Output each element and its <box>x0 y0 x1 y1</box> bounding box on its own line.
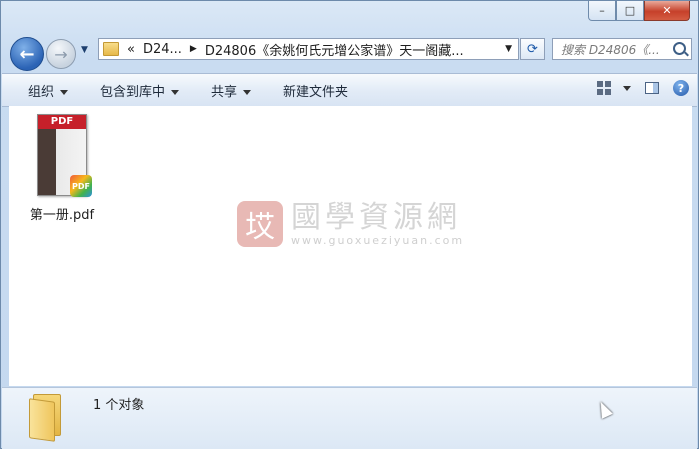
preview-pane-icon[interactable] <box>645 82 659 94</box>
command-bar: 组织 包含到库中 共享 新建文件夹 ? <box>2 73 697 107</box>
close-button[interactable]: ✕ <box>644 1 690 21</box>
breadcrumb-separator-icon[interactable]: ▶ <box>190 44 197 54</box>
file-list-area[interactable]: PDF PDF 第一册.pdf 㘷 國學資源網 www.guoxueziyuan… <box>9 106 692 386</box>
back-arrow-icon: ← <box>19 43 35 65</box>
address-bar[interactable]: « D24... ▶ D24806《余姚何氏元增公家谱》天一阁藏... ▼ <box>98 38 519 60</box>
recent-pages-dropdown[interactable]: ▼ <box>81 45 88 55</box>
organize-label: 组织 <box>28 84 55 100</box>
explorer-window: – □ ✕ ← → ▼ « D24... ▶ D24806《余姚何氏元增公家谱》… <box>0 0 699 449</box>
chevron-down-icon <box>623 85 631 91</box>
breadcrumb-overflow[interactable]: « <box>127 42 135 57</box>
caption-buttons: – □ ✕ <box>588 1 690 21</box>
forward-button[interactable]: → <box>46 39 76 69</box>
search-input[interactable]: 搜索 D24806《... <box>552 38 692 60</box>
watermark-seal-icon: 㘷 <box>237 201 283 247</box>
details-pane: 1 个对象 <box>2 387 697 449</box>
pdf-badge-icon: PDF <box>70 175 92 197</box>
file-name: 第一册.pdf <box>29 208 95 223</box>
breadcrumb-parent[interactable]: D24... <box>143 42 182 57</box>
pdf-band: PDF <box>38 115 86 129</box>
folder-icon <box>29 394 63 442</box>
share-menu[interactable]: 共享 <box>211 81 252 100</box>
refresh-button[interactable]: ⟳ <box>520 38 545 60</box>
chevron-down-icon <box>60 89 69 95</box>
item-count: 1 个对象 <box>93 398 145 413</box>
share-label: 共享 <box>211 84 238 100</box>
maximize-button[interactable]: □ <box>616 1 644 21</box>
back-button[interactable]: ← <box>10 37 44 71</box>
minimize-button[interactable]: – <box>588 1 616 21</box>
address-dropdown-icon[interactable]: ▼ <box>505 44 512 54</box>
chevron-down-icon <box>243 89 252 95</box>
refresh-icon: ⟳ <box>527 41 538 57</box>
watermark: 㘷 國學資源網 www.guoxueziyuan.com <box>237 201 464 247</box>
view-grid-icon <box>597 81 611 95</box>
organize-menu[interactable]: 组织 <box>28 81 69 100</box>
folder-icon <box>103 42 119 56</box>
search-icon[interactable] <box>673 42 686 55</box>
chevron-down-icon <box>171 89 180 95</box>
change-view-button[interactable] <box>597 81 631 95</box>
help-icon[interactable]: ? <box>673 80 689 96</box>
new-folder-button[interactable]: 新建文件夹 <box>283 81 348 100</box>
include-in-library-label: 包含到库中 <box>100 84 166 100</box>
file-item[interactable]: PDF PDF 第一册.pdf <box>23 114 101 223</box>
pdf-file-icon: PDF PDF <box>37 114 92 197</box>
watermark-url: www.guoxueziyuan.com <box>291 233 465 247</box>
watermark-title: 國學資源網 <box>291 199 461 235</box>
forward-arrow-icon: → <box>54 44 68 64</box>
breadcrumb-current[interactable]: D24806《余姚何氏元增公家谱》天一阁藏... <box>205 40 464 59</box>
search-placeholder: 搜索 D24806《... <box>561 42 660 57</box>
include-in-library-menu[interactable]: 包含到库中 <box>100 81 180 100</box>
